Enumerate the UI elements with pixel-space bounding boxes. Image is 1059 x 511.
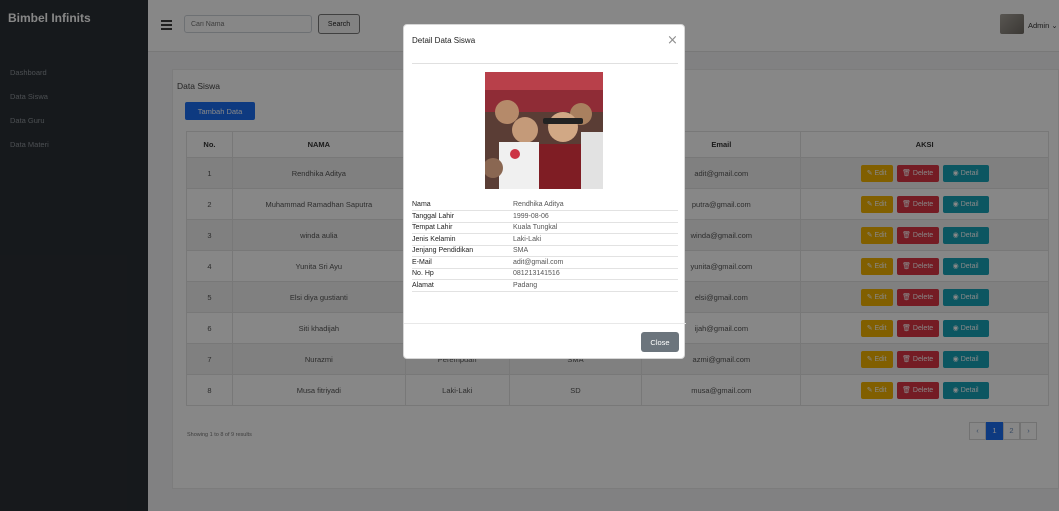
detail-value: Kuala Tungkal: [505, 222, 678, 234]
detail-row-tempat-lahir: Tempat Lahir Kuala Tungkal: [412, 222, 678, 234]
detail-value: 081213141516: [505, 268, 678, 280]
detail-label: Jenjang Pendidikan: [412, 245, 505, 257]
detail-label: Nama: [412, 199, 505, 211]
close-icon[interactable]: ×: [667, 33, 678, 48]
detail-label: E-Mail: [412, 256, 505, 269]
detail-row-tanggal-lahir: Tanggal Lahir 1999-08-06: [412, 210, 678, 223]
detail-value: Rendhika Aditya: [505, 199, 678, 211]
detail-label: Tanggal Lahir: [412, 210, 505, 223]
modal-title: Detail Data Siswa: [412, 36, 476, 45]
detail-value: Laki-Laki: [505, 233, 678, 246]
detail-value: Padang: [505, 279, 678, 292]
student-photo: [485, 72, 603, 189]
detail-value: adit@gmail.com: [505, 256, 678, 269]
modal-divider: [412, 63, 678, 64]
close-button[interactable]: Close: [641, 332, 679, 352]
modal-footer-divider: [404, 323, 686, 324]
detail-label: Alamat: [412, 279, 505, 292]
detail-row-alamat: Alamat Padang: [412, 279, 678, 292]
student-photo-image: [485, 72, 603, 189]
detail-row-nama: Nama Rendhika Aditya: [412, 199, 678, 211]
detail-value: 1999-08-06: [505, 210, 678, 223]
detail-row-email: E-Mail adit@gmail.com: [412, 256, 678, 269]
detail-table: Nama Rendhika Aditya Tanggal Lahir 1999-08…: [412, 199, 678, 292]
detail-label: Tempat Lahir: [412, 222, 505, 234]
detail-value: SMA: [505, 245, 678, 257]
detail-row-no-hp: No. Hp 081213141516: [412, 268, 678, 280]
detail-label: Jenis Kelamin: [412, 233, 505, 246]
detail-row-jenjang-pendidikan: Jenjang Pendidikan SMA: [412, 245, 678, 257]
detail-modal: Detail Data Siswa × Nama Rendhika Aditya …: [403, 24, 686, 359]
detail-label: No. Hp: [412, 268, 505, 280]
detail-row-jenis-kelamin: Jenis Kelamin Laki-Laki: [412, 233, 678, 246]
